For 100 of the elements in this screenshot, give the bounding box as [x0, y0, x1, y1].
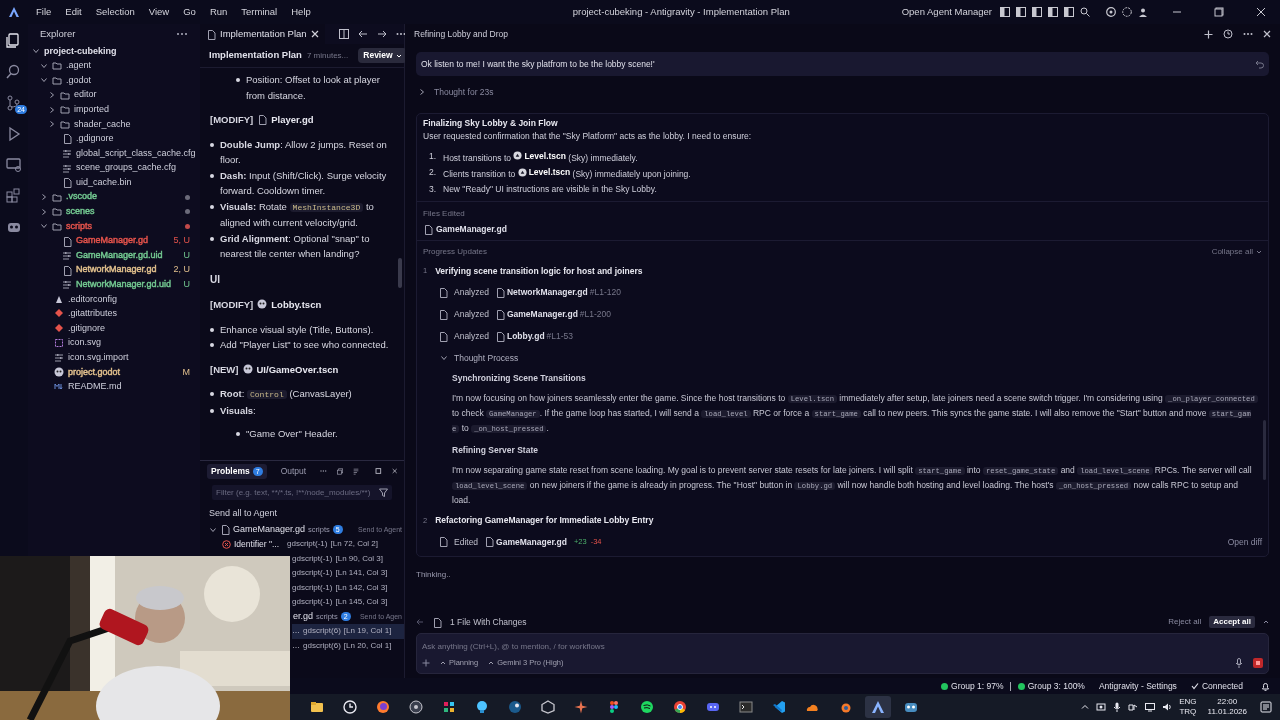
- volume-icon[interactable]: [1162, 702, 1173, 712]
- more-icon[interactable]: [176, 32, 188, 36]
- problem-row[interactable]: gdscript(-1) [Ln 145, Col 3]: [292, 595, 404, 610]
- collapse-all-button[interactable]: Collapse all: [1211, 245, 1262, 258]
- file-link[interactable]: NetworkManager.gd #L1-120: [494, 286, 621, 299]
- tree-item[interactable]: NetworkManager.gd 2, U: [28, 262, 200, 278]
- tree-item[interactable]: .editorconfig: [28, 292, 200, 307]
- tree-item[interactable]: .agent: [28, 58, 200, 74]
- blocks-icon[interactable]: [6, 188, 22, 204]
- tree-item[interactable]: project.godot M: [28, 365, 200, 380]
- stop-icon[interactable]: [1253, 657, 1263, 668]
- more-icon[interactable]: [395, 32, 406, 36]
- menu-item[interactable]: Run: [209, 4, 228, 20]
- file-link[interactable]: GameManager.gd #L1-200: [494, 308, 612, 321]
- status-item[interactable]: Group 1: 97%: [941, 679, 1004, 693]
- tree-item[interactable]: .godot: [28, 73, 200, 88]
- tree-item[interactable]: editor: [28, 87, 200, 103]
- scrollbar-thumb[interactable]: [1263, 420, 1266, 481]
- file-link[interactable]: Lobby.gd #L1-53: [494, 329, 574, 343]
- menu-item[interactable]: File: [36, 4, 52, 20]
- close-icon[interactable]: [1256, 7, 1266, 17]
- thought-toggle[interactable]: Thought Process: [423, 351, 1262, 365]
- settings-icon[interactable]: [1106, 7, 1116, 17]
- files-icon[interactable]: [6, 33, 22, 49]
- chevron-icon[interactable]: [209, 525, 217, 534]
- restore-icon[interactable]: [1214, 7, 1224, 17]
- thought-toggle[interactable]: Thought for 23s: [416, 86, 1269, 99]
- split-icon[interactable]: [338, 29, 349, 39]
- problem-row[interactable]: gdscript(-1) [Ln 142, Col 3]: [292, 580, 404, 595]
- notification-icon[interactable]: [1260, 701, 1272, 713]
- microphone-icon[interactable]: [1113, 702, 1122, 712]
- filter-field[interactable]: Filter (e.g. text, **/*.ts, !**/node_modules/**): [212, 485, 392, 500]
- editor-tab[interactable]: Implementation Plan: [200, 24, 325, 44]
- search-icon[interactable]: [6, 64, 22, 80]
- maximize-icon[interactable]: [374, 466, 382, 476]
- filter-icon[interactable]: [379, 488, 388, 497]
- panel-icon[interactable]: [1032, 7, 1042, 17]
- menu-item[interactable]: Selection: [95, 4, 135, 20]
- history-icon[interactable]: [1223, 29, 1233, 39]
- panel-tab[interactable]: Output: [276, 463, 311, 479]
- status-item[interactable]: Connected: [1190, 679, 1243, 693]
- scrollbar-thumb[interactable]: [398, 258, 402, 288]
- menu-item[interactable]: Go: [183, 4, 196, 20]
- tree-item[interactable]: GameManager.gd 5, U: [28, 233, 200, 249]
- monitor-icon[interactable]: [1145, 702, 1156, 712]
- search-icon[interactable]: [1080, 7, 1090, 17]
- tree-item[interactable]: uid_cache.bin: [28, 175, 200, 190]
- file-link[interactable]: GameManager.gd: [423, 222, 1262, 236]
- tree-item[interactable]: .gitattributes: [28, 306, 200, 322]
- tree-item[interactable]: project-cubeking: [28, 44, 200, 59]
- caret-icon[interactable]: [1263, 619, 1269, 625]
- more-icon[interactable]: [1243, 32, 1253, 36]
- account-icon[interactable]: [1138, 7, 1148, 17]
- run-icon[interactable]: [6, 126, 22, 142]
- reject-all-button[interactable]: Reject all: [1168, 616, 1202, 628]
- tree-item[interactable]: .vscode: [28, 189, 200, 205]
- taskbar-button[interactable]: [864, 696, 891, 718]
- tree-item[interactable]: .gdignore: [28, 131, 200, 147]
- tree-item[interactable]: scripts: [28, 219, 200, 234]
- plus-icon[interactable]: [1204, 29, 1213, 39]
- problem-row[interactable]: gdscript(-1) [Ln 90, Col 3]: [292, 551, 404, 566]
- sidebar-icon[interactable]: [1048, 7, 1058, 17]
- language-indicator[interactable]: ENG TRQ: [1179, 697, 1197, 717]
- status-item[interactable]: Group 3: 100%: [1017, 679, 1085, 693]
- sidebar-icon[interactable]: [1016, 7, 1026, 17]
- tree-item[interactable]: imported: [28, 102, 200, 117]
- tree-item[interactable]: global_script_class_cache.cfg: [28, 146, 200, 161]
- problem-row[interactable]: … gdscript(6) [Ln 20, Col 1]: [292, 638, 404, 653]
- layout-icon[interactable]: [1000, 7, 1010, 17]
- menu-item[interactable]: Help: [291, 4, 311, 20]
- bell-icon[interactable]: [1261, 681, 1270, 691]
- back-icon[interactable]: [357, 29, 368, 39]
- copy-icon[interactable]: [336, 466, 343, 476]
- agent-manager-link[interactable]: Open Agent Manager: [901, 4, 992, 20]
- tree-item[interactable]: NetworkManager.gd.uid U: [28, 277, 200, 293]
- accept-all-button[interactable]: Accept all: [1209, 616, 1255, 628]
- menu-item[interactable]: Terminal: [241, 4, 278, 20]
- tree-item[interactable]: GameManager.gd.uid U: [28, 248, 200, 263]
- problem-row[interactable]: gdscript(-1) [Ln 141, Col 3]: [292, 566, 404, 581]
- microphone-icon[interactable]: [1235, 657, 1243, 668]
- tree-item[interactable]: README.md: [28, 379, 200, 395]
- forward-icon[interactable]: [376, 29, 387, 39]
- clock[interactable]: 22:00 11.01.2026: [1207, 697, 1247, 717]
- tree-item[interactable]: .gitignore: [28, 321, 200, 336]
- caret-icon[interactable]: [1081, 703, 1090, 711]
- undo-icon[interactable]: [1255, 59, 1264, 69]
- tree-item[interactable]: scenes: [28, 204, 200, 220]
- file-link[interactable]: GameManager.gd: [484, 535, 567, 549]
- layout-icon[interactable]: [1064, 7, 1074, 17]
- status-item[interactable]: Antigravity - Settings: [1098, 679, 1177, 693]
- send-all-link[interactable]: Send all to Agent: [200, 507, 404, 521]
- review-button[interactable]: Review: [358, 48, 407, 63]
- menu-item[interactable]: Edit: [65, 4, 82, 20]
- gear-icon[interactable]: [1122, 7, 1132, 17]
- tree-item[interactable]: shader_cache: [28, 116, 200, 132]
- list-icon[interactable]: [352, 466, 359, 476]
- tree-item[interactable]: icon.svg.import: [28, 350, 200, 366]
- menu-item[interactable]: View: [148, 4, 170, 20]
- close-icon[interactable]: [310, 30, 319, 38]
- tree-item[interactable]: scene_groups_cache.cfg: [28, 160, 200, 176]
